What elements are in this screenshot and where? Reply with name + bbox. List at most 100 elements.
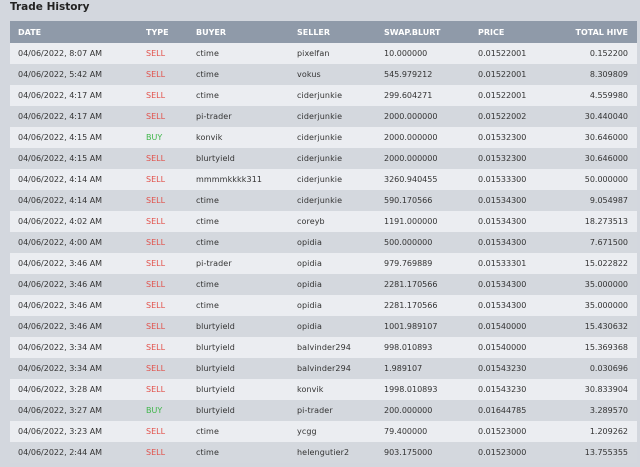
trade-date: 04/06/2022, 4:14 AM	[18, 175, 103, 184]
trade-total: 8.309809	[589, 70, 628, 79]
trade-seller: balvinder294	[297, 364, 351, 373]
trade-price: 0.01522001	[478, 70, 527, 79]
trade-type: SELL	[146, 301, 166, 310]
trade-seller: opidia	[297, 259, 322, 268]
trade-total: 7.671500	[589, 238, 628, 247]
trade-type: SELL	[146, 280, 166, 289]
trade-date: 04/06/2022, 8:07 AM	[18, 49, 103, 58]
table-row: 04/06/2022, 4:00 AM SELL ctime opidia 500.00…	[10, 232, 637, 253]
trade-type: SELL	[146, 385, 166, 394]
trade-seller: pi-trader	[297, 406, 333, 415]
table-body: 04/06/2022, 8:07 AM SELL ctime pixelfan 10.0…	[10, 43, 637, 463]
trade-price: 0.01540000	[478, 322, 527, 331]
trade-type: SELL	[146, 343, 166, 352]
trade-buyer: blurtyield	[196, 343, 235, 352]
trade-type: SELL	[146, 259, 166, 268]
trade-date: 04/06/2022, 3:46 AM	[18, 322, 103, 331]
table-row: 04/06/2022, 3:27 AM BUY blurtyield pi-trade…	[10, 400, 637, 421]
column-header-amount[interactable]: SWAP.BLURT	[384, 21, 478, 43]
trade-buyer: ctime	[196, 427, 219, 436]
trade-seller: konvik	[297, 385, 324, 394]
trade-total: 18.273513	[584, 217, 628, 226]
trade-price: 0.01523000	[478, 427, 527, 436]
column-header-date[interactable]: DATE	[10, 21, 146, 43]
trade-seller: pixelfan	[297, 49, 330, 58]
trade-buyer: ctime	[196, 448, 219, 457]
trade-type: SELL	[146, 448, 166, 457]
trade-buyer: ctime	[196, 196, 219, 205]
trade-amount: 590.170566	[384, 196, 433, 205]
trade-amount: 200.000000	[384, 406, 433, 415]
column-header-buyer[interactable]: BUYER	[196, 21, 297, 43]
trade-seller: ciderjunkie	[297, 133, 343, 142]
table-row: 04/06/2022, 2:44 AM SELL ctime helengutier2…	[10, 442, 637, 463]
trade-price: 0.01534300	[478, 196, 527, 205]
trade-date: 04/06/2022, 4:15 AM	[18, 133, 103, 142]
table-row: 04/06/2022, 3:23 AM SELL ctime ycgg 79.40000…	[10, 421, 637, 442]
trade-date: 04/06/2022, 3:46 AM	[18, 259, 103, 268]
trade-amount: 979.769889	[384, 259, 433, 268]
trade-amount: 545.979212	[384, 70, 433, 79]
trade-date: 04/06/2022, 3:23 AM	[18, 427, 103, 436]
trade-type: SELL	[146, 427, 166, 436]
trade-date: 04/06/2022, 3:28 AM	[18, 385, 103, 394]
trade-type: SELL	[146, 322, 166, 331]
trade-buyer: ctime	[196, 49, 219, 58]
trade-total: 15.369368	[584, 343, 628, 352]
trade-type: SELL	[146, 49, 166, 58]
trade-price: 0.01644785	[478, 406, 527, 415]
trade-price: 0.01543230	[478, 364, 527, 373]
trade-buyer: blurtyield	[196, 385, 235, 394]
trade-total: 0.030696	[589, 364, 628, 373]
trade-total: 15.430632	[584, 322, 628, 331]
trade-date: 04/06/2022, 2:44 AM	[18, 448, 103, 457]
trade-total: 4.559980	[589, 91, 628, 100]
trade-total: 30.646000	[584, 133, 628, 142]
trade-type: SELL	[146, 70, 166, 79]
trade-amount: 1998.010893	[384, 385, 438, 394]
trade-history-table: DATE TYPE BUYER SELLER SWAP.BLURT PRICE …	[10, 21, 637, 463]
trade-amount: 2000.000000	[384, 133, 438, 142]
column-header-type[interactable]: TYPE	[146, 21, 196, 43]
trade-buyer: ctime	[196, 217, 219, 226]
trade-price: 0.01543230	[478, 385, 527, 394]
column-header-price[interactable]: PRICE	[478, 21, 556, 43]
trade-total: 35.000000	[584, 280, 628, 289]
trade-total: 15.022822	[584, 259, 628, 268]
trade-amount: 2281.170566	[384, 301, 438, 310]
trade-type: SELL	[146, 217, 166, 226]
table-row: 04/06/2022, 3:46 AM SELL ctime opidia 2281.1…	[10, 295, 637, 316]
table-row: 04/06/2022, 4:15 AM SELL blurtyield ciderju…	[10, 148, 637, 169]
trade-seller: ciderjunkie	[297, 175, 343, 184]
trade-seller: opidia	[297, 322, 322, 331]
table-row: 04/06/2022, 4:14 AM SELL mmmmkkkk311 ciderj…	[10, 169, 637, 190]
table-row: 04/06/2022, 4:17 AM SELL ctime ciderjunkie 2…	[10, 85, 637, 106]
trade-buyer: ctime	[196, 280, 219, 289]
trade-buyer: ctime	[196, 91, 219, 100]
trade-date: 04/06/2022, 4:15 AM	[18, 154, 103, 163]
trade-price: 0.01522001	[478, 91, 527, 100]
trade-total: 13.755355	[584, 448, 628, 457]
column-header-seller[interactable]: SELLER	[297, 21, 384, 43]
trade-buyer: mmmmkkkk311	[196, 175, 263, 184]
trade-date: 04/06/2022, 5:42 AM	[18, 70, 103, 79]
table-row: 04/06/2022, 3:34 AM SELL blurtyield balvind…	[10, 358, 637, 379]
trade-date: 04/06/2022, 4:17 AM	[18, 112, 103, 121]
trade-total: 50.000000	[584, 175, 628, 184]
trade-amount: 1001.989107	[384, 322, 438, 331]
trade-seller: balvinder294	[297, 343, 351, 352]
column-header-total[interactable]: TOTAL HIVE	[556, 21, 637, 43]
trade-buyer: pi-trader	[196, 112, 232, 121]
trade-seller: opidia	[297, 238, 322, 247]
trade-amount: 2000.000000	[384, 112, 438, 121]
table-row: 04/06/2022, 4:17 AM SELL pi-trader ciderjun…	[10, 106, 637, 127]
trade-date: 04/06/2022, 4:14 AM	[18, 196, 103, 205]
trade-date: 04/06/2022, 3:34 AM	[18, 364, 103, 373]
trade-seller: vokus	[297, 70, 321, 79]
trade-seller: ciderjunkie	[297, 154, 343, 163]
trade-price: 0.01522002	[478, 112, 527, 121]
trade-buyer: blurtyield	[196, 406, 235, 415]
trade-type: BUY	[146, 133, 163, 142]
table-row: 04/06/2022, 4:14 AM SELL ctime ciderjunkie 5…	[10, 190, 637, 211]
trade-price: 0.01534300	[478, 301, 527, 310]
